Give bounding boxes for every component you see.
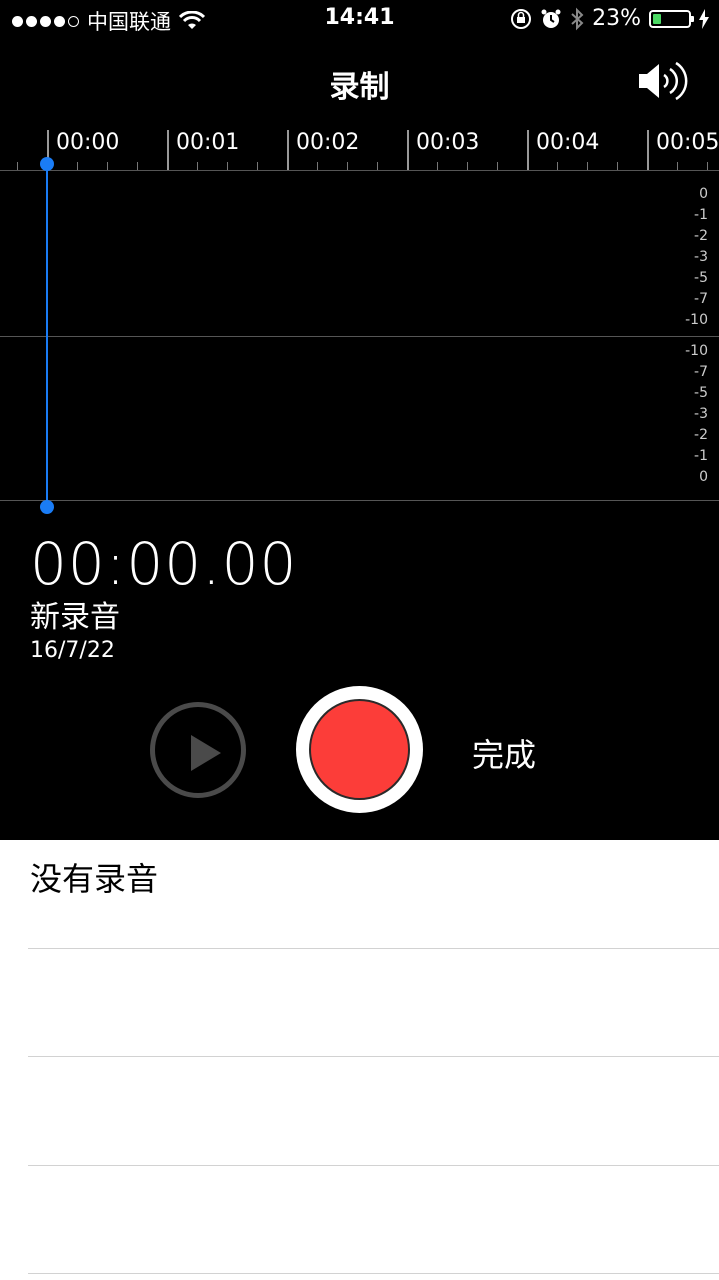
timeline-ruler[interactable]: 00:00 00:01 00:02 00:03 00:04 00:05 (0, 128, 719, 170)
playhead-top-handle[interactable] (40, 157, 54, 171)
list-separator (28, 948, 719, 949)
ruler-tick-label: 00:02 (296, 130, 360, 155)
ruler-tick-label: 00:05 (656, 130, 719, 155)
ruler-minor-tick (497, 162, 498, 170)
ruler-tick-label: 00:00 (56, 130, 120, 155)
ruler-tick-label: 00:03 (416, 130, 480, 155)
level-scale-label: -10 (685, 312, 708, 328)
ruler-minor-tick (707, 162, 708, 170)
ruler-major-tick (527, 130, 529, 170)
battery-percent: 23% (592, 6, 641, 31)
ruler-minor-tick (437, 162, 438, 170)
record-icon (309, 699, 410, 800)
ruler-minor-tick (257, 162, 258, 170)
playhead-line[interactable] (46, 163, 48, 507)
meter-bottom-border (0, 500, 719, 501)
meter-divider (0, 336, 719, 337)
ruler-minor-tick (317, 162, 318, 170)
level-scale-label: -10 (685, 343, 708, 359)
battery-icon (649, 9, 694, 28)
level-scale-label: -3 (694, 406, 708, 422)
list-separator (28, 1056, 719, 1057)
level-scale-label: -1 (694, 207, 708, 223)
page-title: 录制 (329, 70, 390, 105)
recording-name[interactable]: 新录音 (30, 592, 120, 636)
bluetooth-icon (571, 7, 584, 30)
play-button[interactable] (150, 702, 246, 798)
ruler-minor-tick (557, 162, 558, 170)
ruler-minor-tick (347, 162, 348, 170)
ruler-minor-tick (617, 162, 618, 170)
ruler-tick-label: 00:01 (176, 130, 240, 155)
ruler-minor-tick (467, 162, 468, 170)
ruler-minor-tick (587, 162, 588, 170)
meter-top-border (0, 170, 719, 171)
done-button[interactable]: 完成 (472, 730, 536, 776)
level-scale-label: 0 (699, 186, 708, 202)
level-scale-label: -5 (694, 385, 708, 401)
ruler-tick-label: 00:04 (536, 130, 600, 155)
empty-list-label: 没有录音 (30, 860, 159, 898)
speaker-icon[interactable] (637, 60, 689, 102)
ruler-major-tick (167, 130, 169, 170)
list-separator (28, 1165, 719, 1166)
ruler-minor-tick (107, 162, 108, 170)
ruler-minor-tick (77, 162, 78, 170)
level-scale-label: -7 (694, 364, 708, 380)
level-scale-label: -2 (694, 427, 708, 443)
level-scale-label: -1 (694, 448, 708, 464)
orientation-lock-icon (511, 8, 532, 29)
alarm-icon (541, 9, 561, 28)
ruler-minor-tick (197, 162, 198, 170)
ruler-minor-tick (17, 162, 18, 170)
recording-date: 16/7/22 (30, 638, 115, 663)
list-separator (28, 1273, 719, 1274)
ruler-major-tick (407, 130, 409, 170)
play-icon (191, 735, 221, 771)
charging-icon (699, 8, 709, 29)
ruler-minor-tick (677, 162, 678, 170)
playhead-bottom-handle[interactable] (40, 500, 54, 514)
ruler-minor-tick (227, 162, 228, 170)
level-scale-label: -2 (694, 228, 708, 244)
level-scale-label: -7 (694, 291, 708, 307)
level-scale-label: 0 (699, 469, 708, 485)
elapsed-time: 00:00.00 (30, 530, 298, 598)
level-scale-label: -5 (694, 270, 708, 286)
ruler-minor-tick (137, 162, 138, 170)
status-bar: 中国联通 14:41 23% (0, 0, 719, 40)
record-button[interactable] (296, 686, 423, 813)
ruler-major-tick (287, 130, 289, 170)
level-scale-label: -3 (694, 249, 708, 265)
ruler-minor-tick (377, 162, 378, 170)
ruler-major-tick (647, 130, 649, 170)
